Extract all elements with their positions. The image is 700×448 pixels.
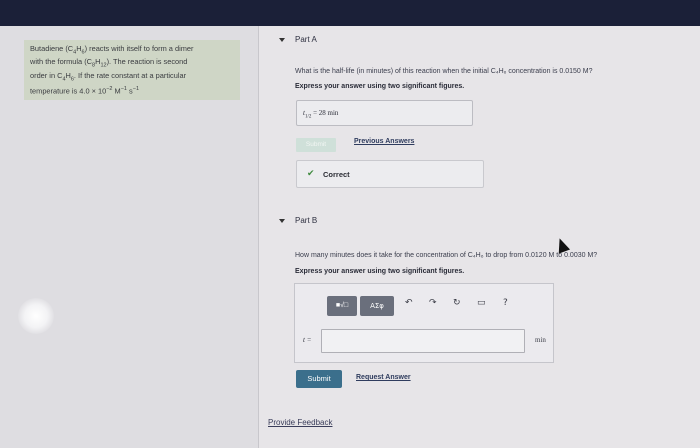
part-a-submit-button[interactable]: Submit	[296, 138, 336, 152]
redo-icon[interactable]: ↷	[429, 298, 437, 308]
answer-variable-label: t =	[303, 336, 312, 344]
part-a-question: What is the half-life (in minutes) of th…	[295, 68, 593, 75]
part-b-question: How many minutes does it take for the co…	[295, 252, 598, 259]
greek-symbols-button[interactable]: ΑΣφ	[360, 296, 394, 316]
previous-answers-link[interactable]: Previous Answers	[354, 138, 414, 145]
part-b-submit-button[interactable]: Submit	[296, 370, 342, 388]
keyboard-icon[interactable]: ▭	[477, 298, 486, 308]
part-a-title[interactable]: Part A	[295, 35, 317, 44]
answer-variable-sub: 1/2	[304, 114, 312, 120]
part-b-collapse-icon[interactable]	[279, 219, 285, 223]
panel-divider	[258, 26, 259, 448]
problem-line-1: Butadiene (C4H6) reacts with itself to f…	[30, 44, 194, 56]
request-answer-link[interactable]: Request Answer	[356, 374, 411, 381]
part-b-title[interactable]: Part B	[295, 216, 317, 225]
check-icon: ✔	[307, 168, 315, 178]
unit-label: min	[535, 336, 546, 344]
problem-line-4: temperature is 4.0 × 10−2 M−1 s−1	[30, 86, 140, 96]
templates-button[interactable]: ■√□	[327, 296, 357, 316]
undo-icon[interactable]: ↶	[405, 298, 413, 308]
reset-icon[interactable]: ↻	[453, 298, 461, 308]
problem-statement: Butadiene (C4H6) reacts with itself to f…	[24, 40, 240, 100]
answer-input[interactable]	[321, 329, 525, 353]
problem-line-3: order in C4H6. If the rate constant at a…	[30, 70, 187, 83]
part-a-instruction: Express your answer using two significan…	[295, 83, 465, 90]
problem-line-2: with the formula (C8H12). The reaction i…	[30, 57, 188, 69]
provide-feedback-link[interactable]: Provide Feedback	[268, 418, 332, 427]
part-b-instruction: Express your answer using two significan…	[295, 268, 465, 275]
part-a-answer-display: t1/2 = 28 min	[296, 100, 473, 126]
top-bar	[0, 0, 700, 26]
help-icon[interactable]: ?	[503, 298, 508, 308]
answer-editor: ■√□ ΑΣφ ↶ ↷ ↻ ▭ ? t = min	[294, 283, 554, 363]
correct-feedback: ✔ Correct	[296, 160, 484, 188]
part-a-collapse-icon[interactable]	[279, 38, 285, 42]
correct-label: Correct	[323, 170, 350, 179]
screen-glare	[18, 298, 54, 334]
answer-value: = 28 min	[313, 109, 339, 117]
